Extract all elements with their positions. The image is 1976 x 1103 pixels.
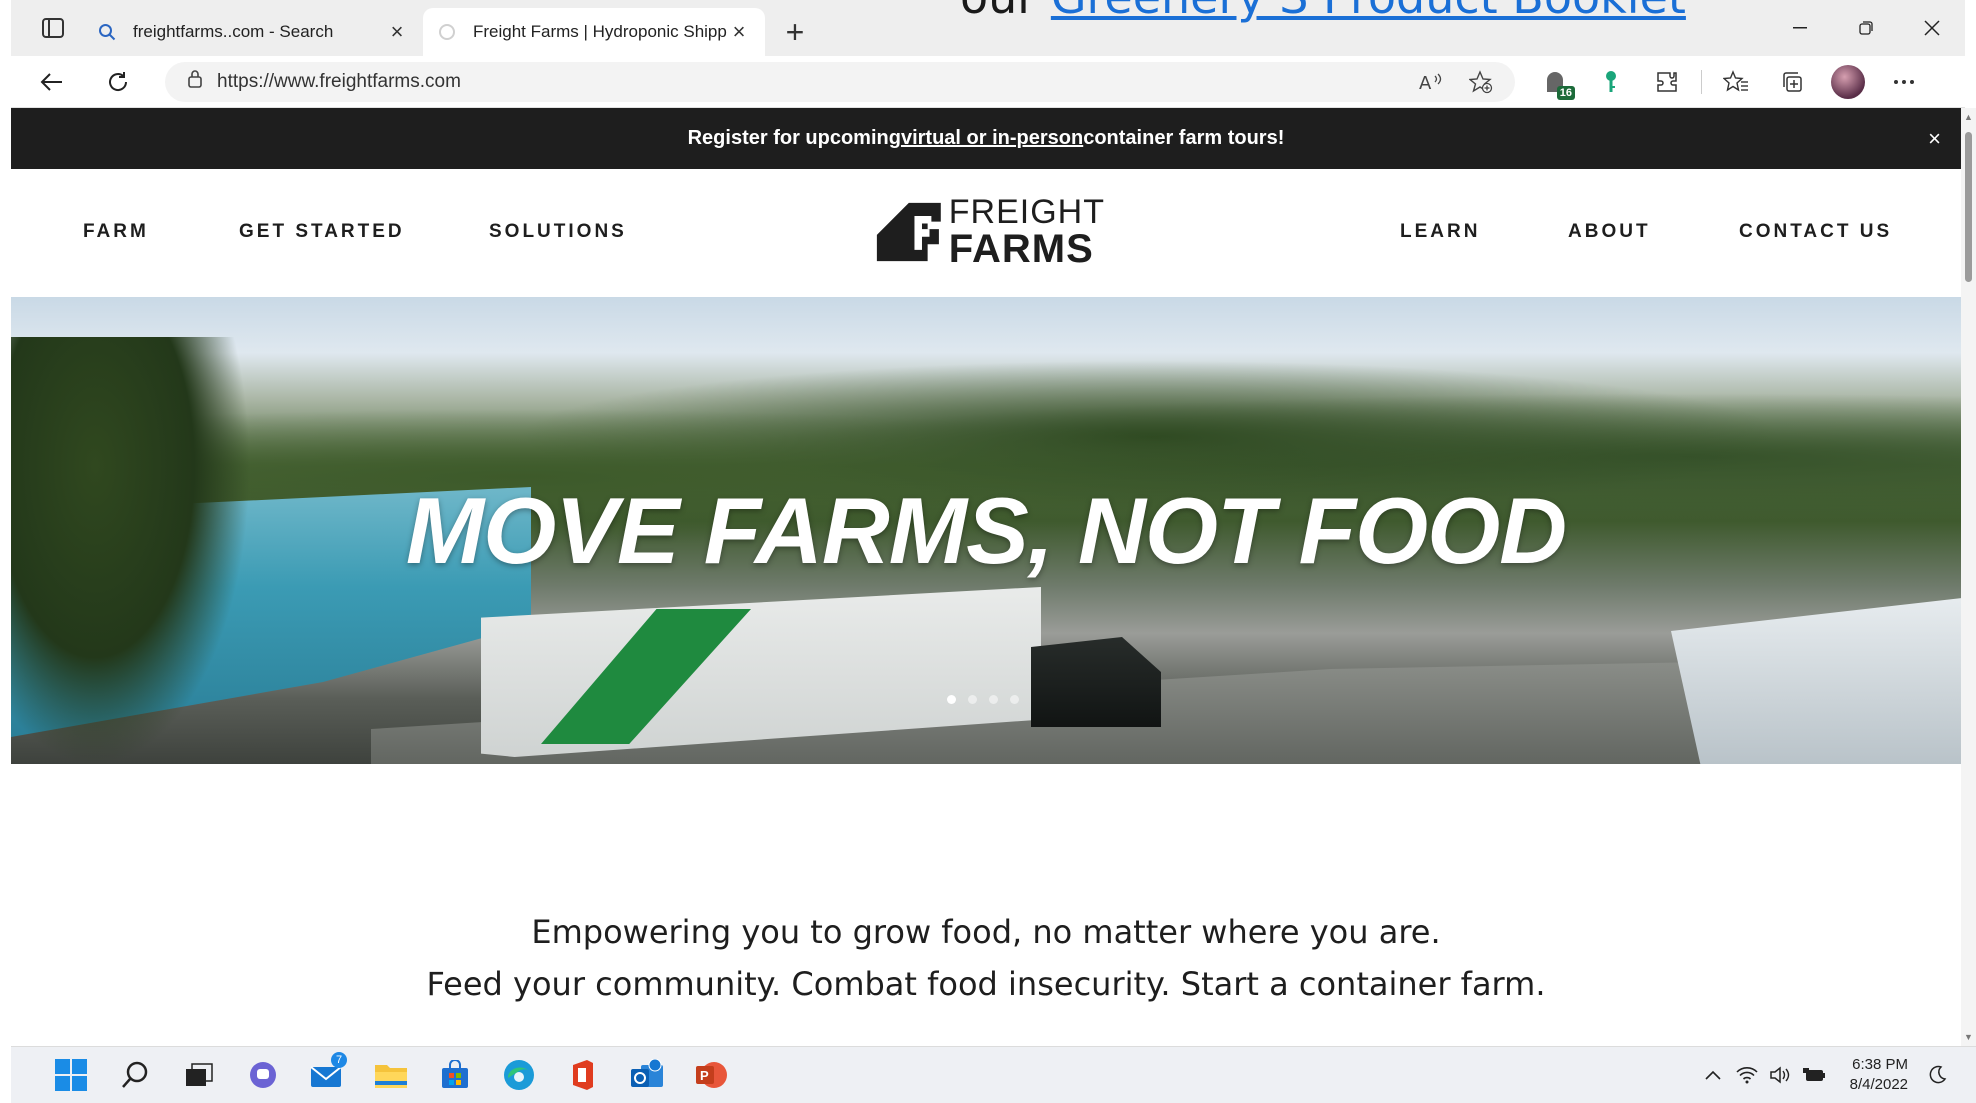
clock-time: 6:38 PM <box>1852 1056 1908 1073</box>
hero-banner: MOVE FARMS, NOT FOOD <box>11 297 1961 764</box>
slide-dot[interactable] <box>1010 695 1019 704</box>
wifi-icon[interactable] <box>1730 1057 1764 1093</box>
announcement-text-after: container farm tours! <box>1083 127 1285 149</box>
tab-search[interactable]: freightfarms..com - Search × <box>83 8 423 56</box>
url-text[interactable]: https://www.freightfarms.com <box>217 71 461 93</box>
battery-icon[interactable] <box>1798 1057 1832 1093</box>
outlook-icon[interactable] <box>615 1050 679 1100</box>
freight-farms-logo[interactable]: FREIGHT FARMS <box>875 193 1105 271</box>
tagline-line-2: Feed your community. Combat food insecur… <box>426 965 1546 1003</box>
back-button[interactable] <box>27 60 77 104</box>
slide-dot[interactable] <box>989 695 998 704</box>
scroll-up-icon[interactable]: ▲ <box>1964 112 1973 122</box>
favorites-icon[interactable] <box>1708 60 1764 104</box>
minimize-icon[interactable] <box>1767 0 1833 56</box>
refresh-icon <box>109 71 128 91</box>
nav-farm[interactable]: FARM <box>83 221 149 243</box>
office-icon[interactable] <box>551 1050 615 1100</box>
start-windows-icon[interactable] <box>39 1050 103 1100</box>
refresh-button[interactable] <box>93 60 143 104</box>
show-hidden-icons-icon[interactable] <box>1696 1057 1730 1093</box>
file-explorer-icon[interactable] <box>359 1050 423 1100</box>
svg-text:P: P <box>700 1068 709 1083</box>
volume-icon[interactable] <box>1764 1057 1798 1093</box>
powerpoint-icon[interactable]: P <box>679 1050 743 1100</box>
tab-actions-icon <box>42 18 64 38</box>
nav-contact-us[interactable]: CONTACT US <box>1739 221 1892 243</box>
mail-icon[interactable]: 7 <box>295 1050 359 1100</box>
back-arrow-icon <box>40 72 62 91</box>
cropped-booklet-text: our Greenery S Product Booklet <box>960 0 1686 24</box>
scrollbar-thumb[interactable] <box>1965 132 1972 282</box>
microsoft-store-icon[interactable] <box>423 1050 487 1100</box>
nav-solutions[interactable]: SOLUTIONS <box>489 221 627 243</box>
address-toolbar: https://www.freightfarms.com A 16 <box>11 56 1965 108</box>
logo-mark-icon <box>876 202 941 262</box>
close-window-icon[interactable] <box>1899 0 1965 56</box>
svg-text:A: A <box>1419 73 1432 92</box>
page-scrollbar[interactable]: ▲ ▼ <box>1961 108 1976 1046</box>
more-options-icon[interactable] <box>1876 60 1932 104</box>
tab-title: Freight Farms | Hydroponic Shipp <box>473 22 727 41</box>
add-favorite-icon[interactable] <box>1461 64 1501 100</box>
window-controls <box>1767 0 1965 56</box>
tab-title: freightfarms..com - Search <box>133 22 334 41</box>
logo-line-farms: FARMS <box>948 227 1094 271</box>
scroll-down-icon[interactable]: ▼ <box>1964 1032 1973 1042</box>
edge-browser-icon[interactable] <box>487 1050 551 1100</box>
lock-icon[interactable] <box>187 69 203 94</box>
notifications-icon[interactable] <box>1920 1057 1954 1093</box>
nav-get-started[interactable]: GET STARTED <box>239 221 405 243</box>
read-aloud-icon[interactable]: A <box>1411 64 1451 100</box>
search-icon <box>97 22 117 42</box>
close-announcement-icon[interactable]: × <box>1928 126 1941 152</box>
task-view-icon[interactable] <box>167 1050 231 1100</box>
windows-taskbar: 7 P 6:38 PM 8/4/2022 <box>11 1046 1976 1103</box>
hero-title: MOVE FARMS, NOT FOOD <box>405 478 1567 583</box>
slide-dot[interactable] <box>947 695 956 704</box>
product-booklet-link[interactable]: Greenery S Product Booklet <box>1051 0 1686 24</box>
announcement-bar: Register for upcoming virtual or in-pers… <box>11 108 1961 169</box>
close-tab-icon[interactable]: × <box>385 19 409 44</box>
url-bar[interactable]: https://www.freightfarms.com A <box>165 61 1515 102</box>
cropped-text-prefix: our <box>960 0 1051 24</box>
extension-counter-icon[interactable]: 16 <box>1527 60 1583 104</box>
new-tab-button[interactable]: + <box>775 8 815 56</box>
system-tray: 6:38 PM 8/4/2022 <box>1696 1055 1954 1095</box>
mail-badge: 7 <box>331 1052 347 1068</box>
slide-indicators <box>947 695 1019 704</box>
taskbar-search-icon[interactable] <box>103 1050 167 1100</box>
announcement-text-before: Register for upcoming <box>687 127 901 149</box>
nav-learn[interactable]: LEARN <box>1400 221 1480 243</box>
close-tab-icon[interactable]: × <box>727 19 751 44</box>
page-loading-icon <box>437 22 457 42</box>
restore-icon[interactable] <box>1833 0 1899 56</box>
system-clock[interactable]: 6:38 PM 8/4/2022 <box>1850 1055 1908 1095</box>
extension-badge: 16 <box>1556 85 1575 100</box>
tagline-line-1: Empowering you to grow food, no matter w… <box>531 913 1441 951</box>
teams-chat-icon[interactable] <box>231 1050 295 1100</box>
password-key-icon[interactable] <box>1583 60 1639 104</box>
logo-line-freight: FREIGHT <box>948 193 1105 231</box>
extensions-icon[interactable] <box>1639 60 1695 104</box>
tab-freight-farms[interactable]: Freight Farms | Hydroponic Shipp × <box>423 8 765 56</box>
site-header: FARM GET STARTED SOLUTIONS FREIGHT FARMS… <box>11 169 1961 297</box>
slide-dot[interactable] <box>968 695 977 704</box>
profile-avatar[interactable] <box>1820 60 1876 104</box>
tour-link[interactable]: virtual or in-person <box>901 127 1083 150</box>
nav-about[interactable]: ABOUT <box>1568 221 1651 243</box>
clock-date: 8/4/2022 <box>1849 1076 1908 1093</box>
tab-actions-button[interactable] <box>29 4 77 52</box>
hero-background-building <box>1671 597 1961 764</box>
collections-icon[interactable] <box>1764 60 1820 104</box>
hero-truck-cab <box>1031 637 1161 727</box>
